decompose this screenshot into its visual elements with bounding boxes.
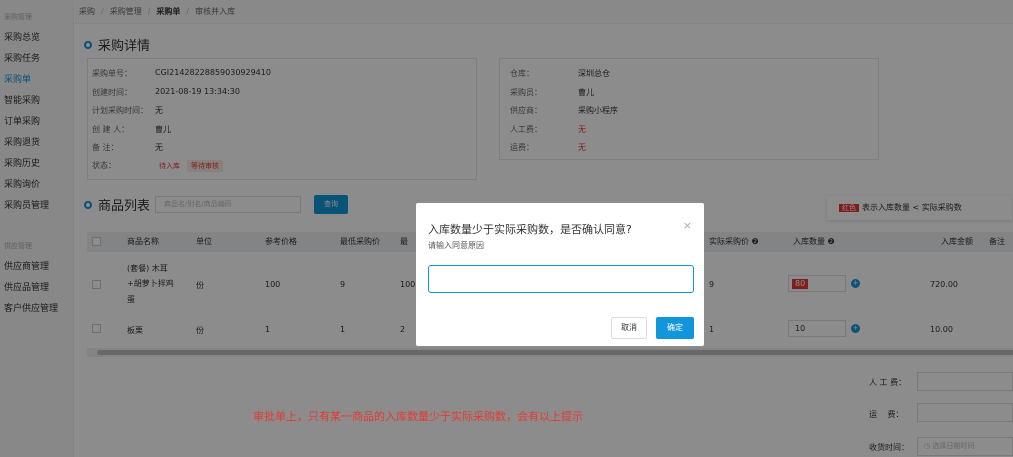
- dialog-subtitle: 请输入同意原因: [428, 241, 484, 250]
- confirm-button[interactable]: 确定: [656, 317, 694, 339]
- confirm-dialog: 入库数量少于实际采购数，是否确认同意? × 请输入同意原因 取消 确定: [416, 203, 704, 346]
- dialog-title: 入库数量少于实际采购数，是否确认同意?: [428, 223, 632, 236]
- reason-input[interactable]: [428, 265, 694, 293]
- annotation-caption: 审批单上，只有某一商品的入库数量少于实际采购数，会有以上提示: [253, 410, 583, 423]
- cancel-button[interactable]: 取消: [611, 317, 647, 339]
- close-icon[interactable]: ×: [683, 219, 692, 232]
